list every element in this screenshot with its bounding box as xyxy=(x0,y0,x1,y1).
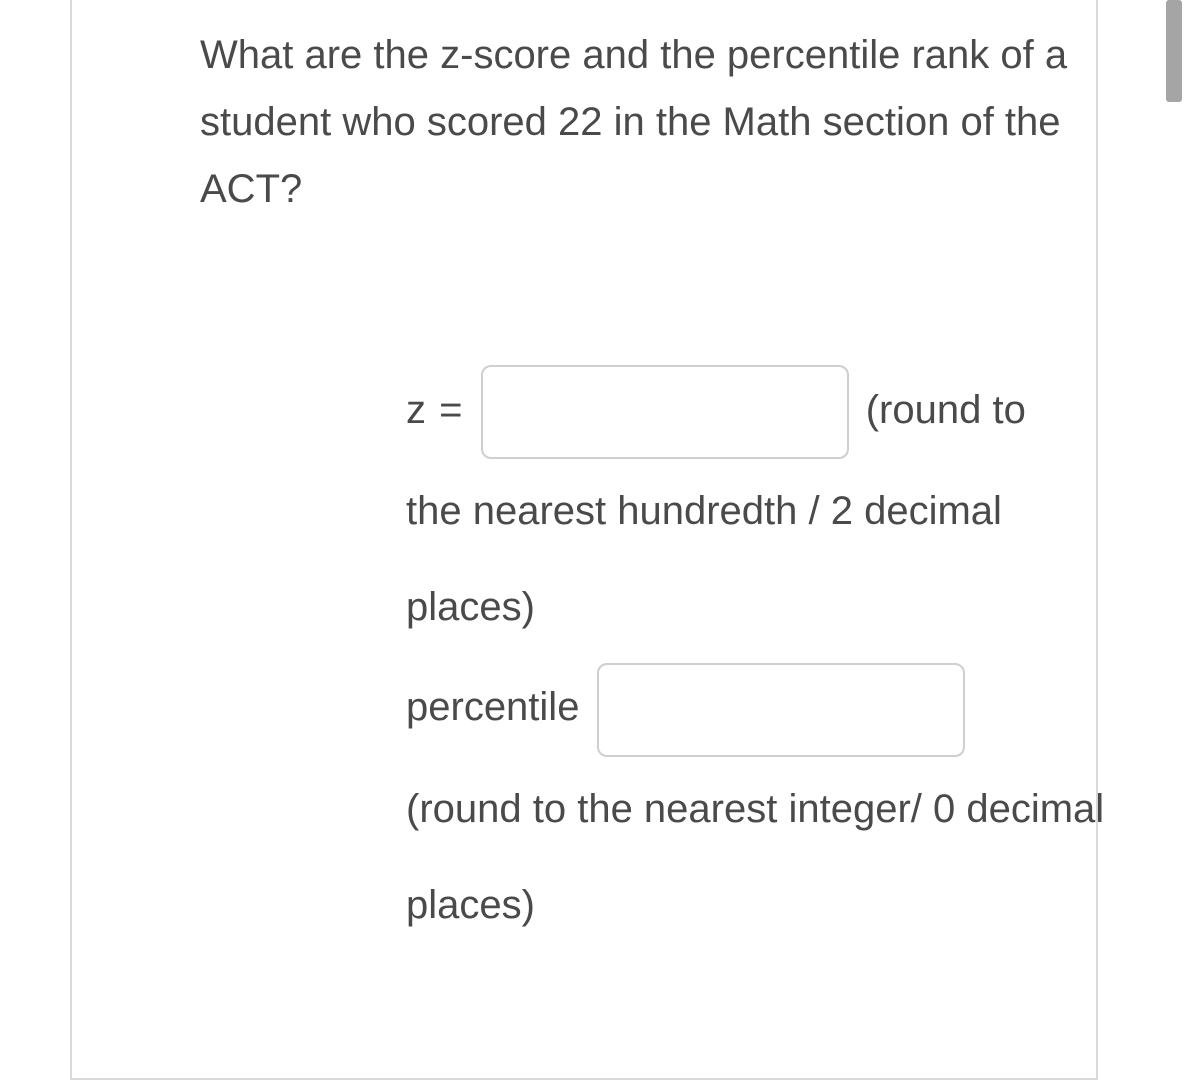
answer-block: z = (round to the nearest hundredth / 2 … xyxy=(406,362,1106,957)
percentile-hint: (round to the nearest integer/ 0 decimal… xyxy=(406,787,1104,927)
question-card: What are the z-score and the percentile … xyxy=(70,0,1098,1080)
z-label: z = xyxy=(406,388,463,432)
z-hint-after: (round to xyxy=(866,388,1026,432)
percentile-input[interactable] xyxy=(597,663,965,757)
scrollbar-track[interactable] xyxy=(1166,0,1182,1069)
z-hint-line2: the nearest hundredth / 2 decimal places… xyxy=(406,489,1002,629)
question-text: What are the z-score and the percentile … xyxy=(200,22,1120,224)
percentile-label: percentile xyxy=(406,685,579,729)
scrollbar-thumb[interactable] xyxy=(1166,0,1182,102)
z-score-input[interactable] xyxy=(481,365,849,459)
